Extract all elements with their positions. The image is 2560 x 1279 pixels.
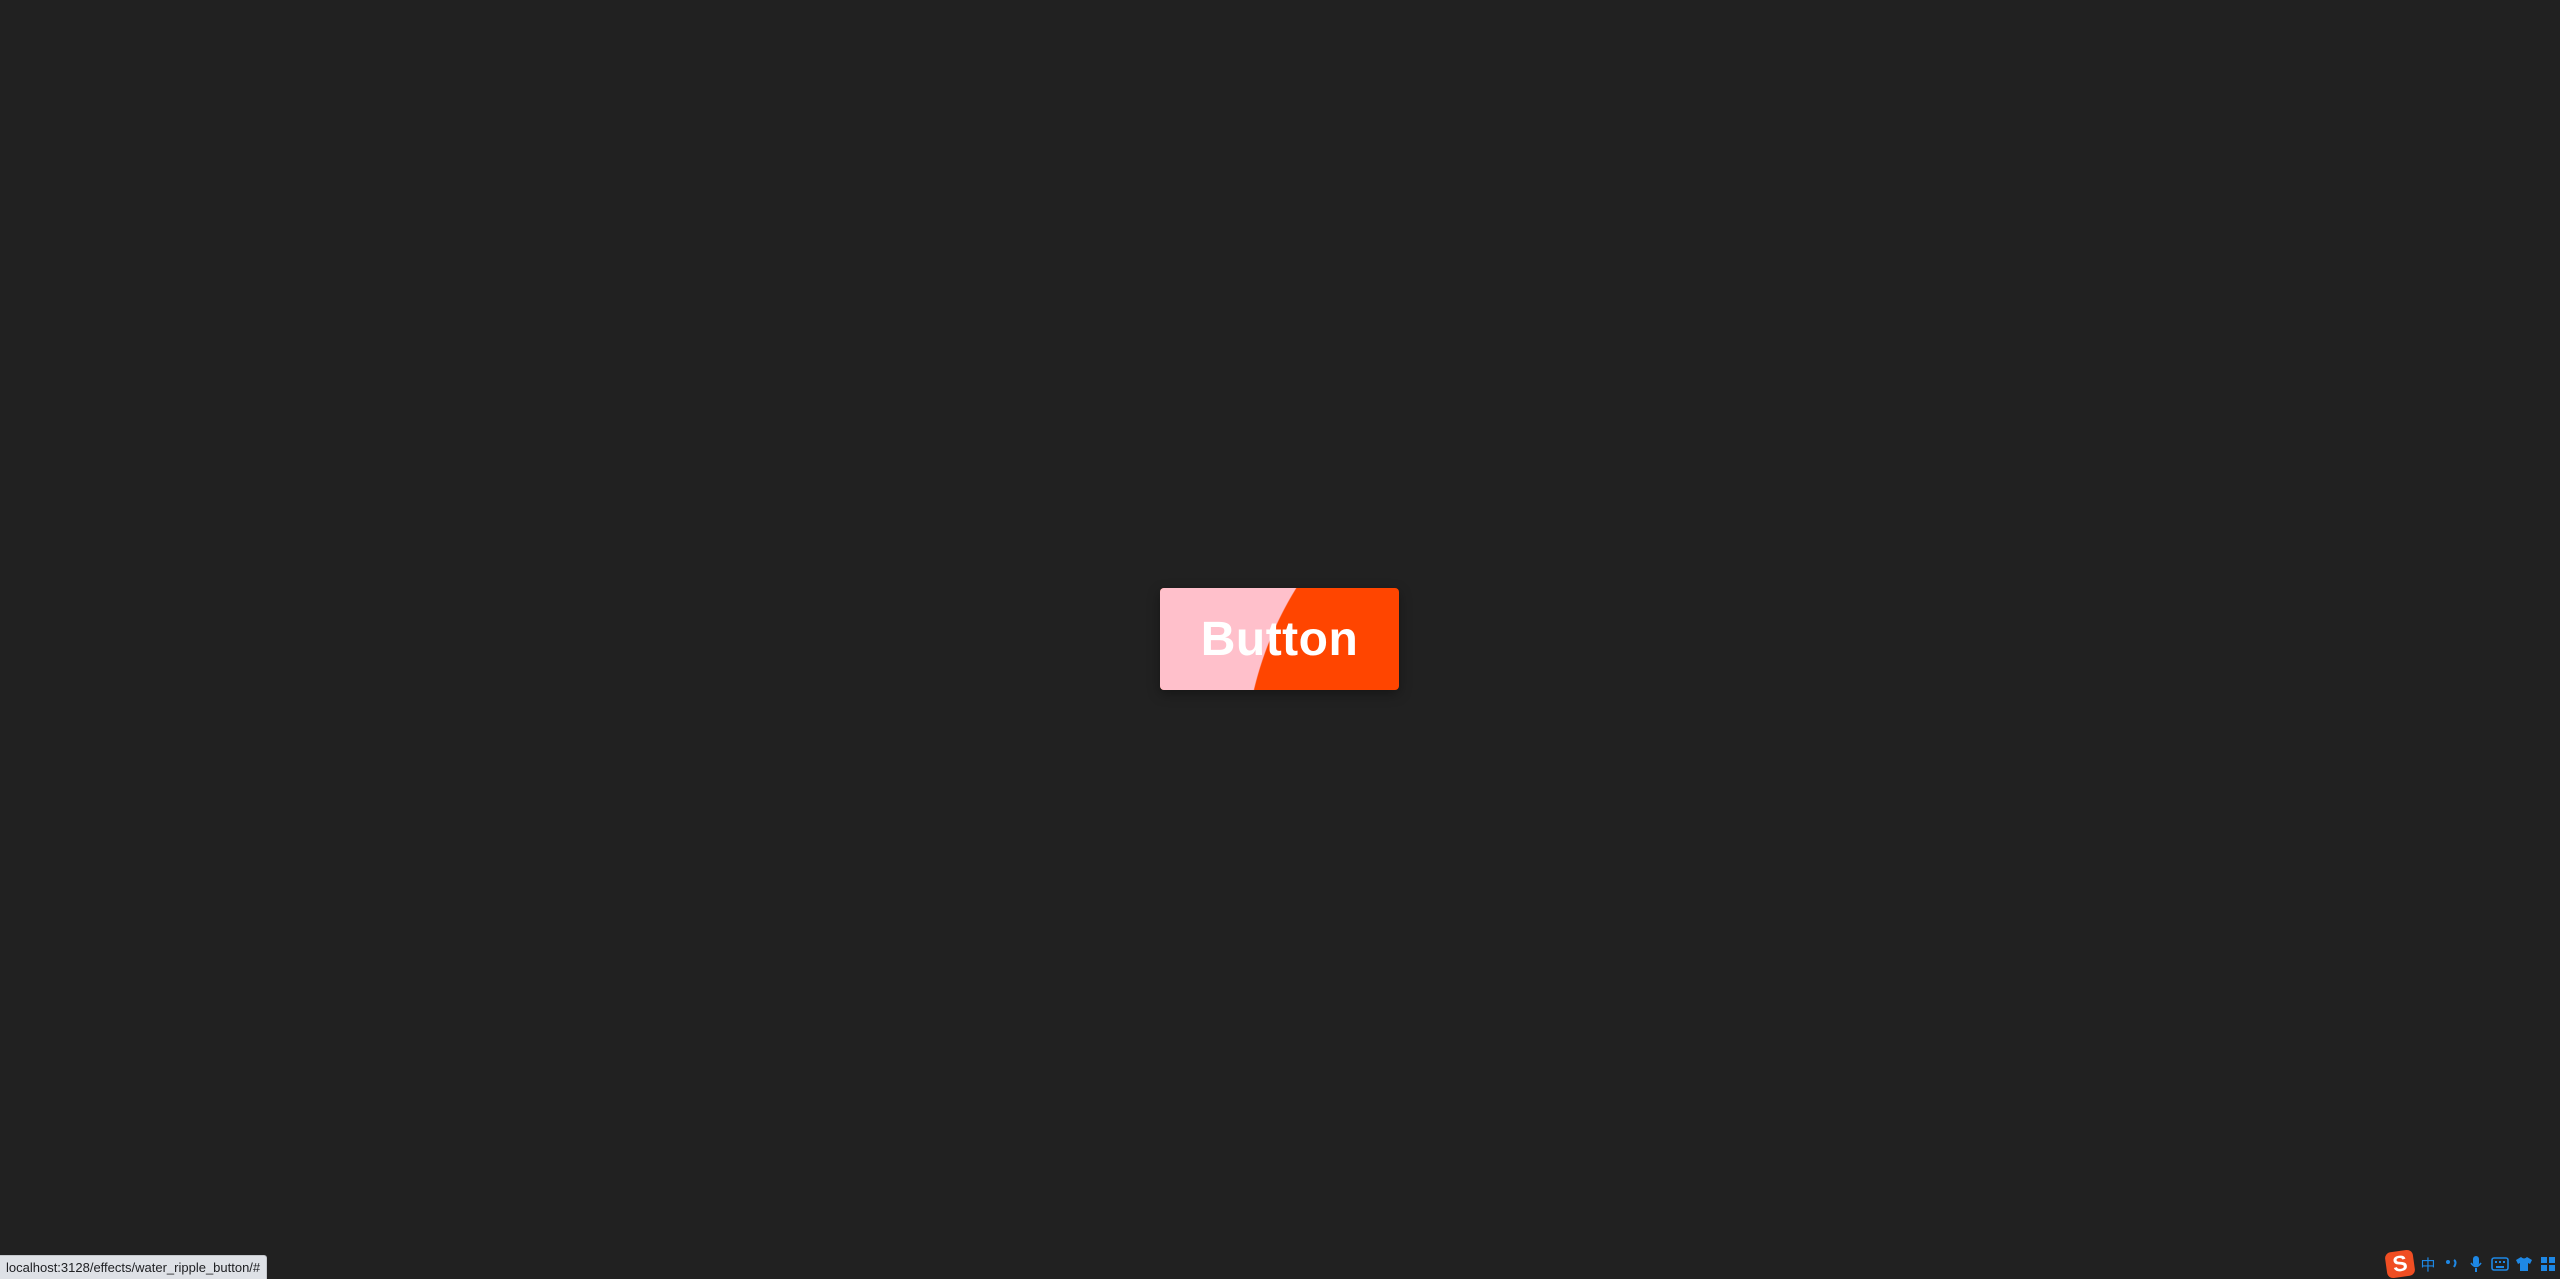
status-bar-url: localhost:3128/effects/water_ripple_butt… [0,1255,268,1279]
toolbox-icon[interactable] [2538,1254,2558,1274]
ime-logo-icon[interactable]: S [2384,1249,2416,1279]
punctuation-icon[interactable] [2442,1254,2462,1274]
keyboard-icon[interactable] [2490,1254,2510,1274]
ime-toolbar: S 中 [2380,1249,2560,1279]
skin-icon[interactable] [2514,1254,2534,1274]
ime-language-toggle[interactable]: 中 [2418,1254,2438,1274]
button-label: Button [1200,612,1359,666]
page: Button localhost:3128/effects/water_ripp… [0,0,2560,1279]
ripple-wave [1160,588,1399,690]
ripple-button[interactable]: Button [1160,588,1399,690]
microphone-icon[interactable] [2466,1254,2486,1274]
